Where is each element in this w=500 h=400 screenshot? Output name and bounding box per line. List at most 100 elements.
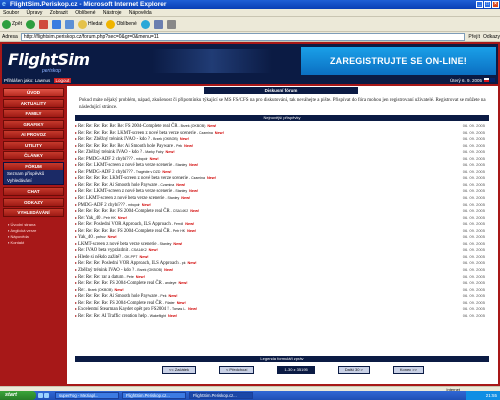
post-title[interactable]: Re: Re: Re: Re: Re: LKMT-screen z nové b…: [78, 131, 196, 136]
post-title[interactable]: Re: Re: LKMT-screen z nové beta verze sc…: [78, 163, 172, 168]
post-author: mbcpdr: [135, 156, 148, 161]
mail-icon[interactable]: [153, 19, 163, 29]
pager-last-button[interactable]: Konec >>: [392, 366, 424, 374]
bullet-icon: ▸: [75, 208, 78, 214]
stop-icon[interactable]: [39, 19, 49, 29]
menu-edit[interactable]: Úpravy: [27, 10, 43, 16]
post-title[interactable]: Re: Zběžný trénink IVAO - kdo ?: [78, 150, 142, 155]
menu-file[interactable]: Soubor: [3, 10, 19, 16]
go-button[interactable]: Přejít: [468, 34, 480, 40]
posts-list-header: Nejnovější příspěvky: [75, 115, 489, 121]
menu-view[interactable]: Zobrazit: [50, 10, 68, 16]
new-badge: New!: [187, 261, 197, 266]
new-badge: New!: [168, 294, 178, 299]
post-title[interactable]: Zběžný trénink IVAO - kdo ?: [78, 268, 134, 273]
bullet-icon: ▸: [75, 123, 78, 128]
bullet-icon: ▸: [75, 267, 78, 273]
post-title[interactable]: Re: Re: Poslední VOR Approach, ILS Appro…: [78, 222, 171, 227]
forum-link-list[interactable]: Seznam příspěvků: [4, 170, 63, 177]
menu-favorites[interactable]: Oblíbené: [75, 10, 95, 16]
register-banner-ad[interactable]: ZAREGISTRUJTE SE ON-LINE!: [301, 47, 496, 75]
post-title[interactable]: Re: IVAO beta vyprázdnit: [78, 248, 128, 253]
search-button[interactable]: Hledat: [78, 19, 102, 29]
pager-prev-button[interactable]: < Předchozí: [218, 366, 255, 374]
post-author: Pek: [160, 294, 167, 299]
pager-first-button[interactable]: << Začátek: [162, 366, 197, 374]
sidebar-item-ai-provoz[interactable]: AI PROVOZ: [3, 130, 64, 139]
menu-tools[interactable]: Nástroje: [103, 10, 122, 16]
pager-next-button[interactable]: Další 30 >: [337, 366, 370, 374]
forum-link-search[interactable]: Vyhledávání: [4, 177, 63, 184]
sidebar-sub-contact[interactable]: Kontakt: [2, 240, 65, 246]
print-icon[interactable]: [166, 19, 176, 29]
sidebar-item-vyhledavani[interactable]: VYHLEDÁVÁNÍ: [3, 208, 64, 217]
taskbar-item-active[interactable]: FlightSim.Periskop.cz...: [189, 392, 253, 399]
post-title[interactable]: Re: PMDG-ADF 2 chybí???: [78, 157, 133, 162]
post-title[interactable]: Re: Re: Re: Re: Re: FS 2004-Complete rea…: [78, 229, 170, 234]
post-title[interactable]: Re: Re: Re: Re: FS 2004-Complete real ČR: [78, 281, 162, 286]
menu-help[interactable]: Nápověda: [129, 10, 152, 16]
bullet-icon: ▸: [75, 286, 78, 292]
post-title[interactable]: Re: Re: Re: Re: Re: Re: FS 2004-Complete…: [78, 124, 178, 129]
sidebar-item-family[interactable]: FAMILY: [3, 109, 64, 118]
post-title[interactable]: Yak_40: [78, 235, 93, 240]
post-title[interactable]: Re: Re: Re: Re: Ai Smooth hole Payware: [78, 294, 157, 299]
post-title[interactable]: LKMT-screen z nové beta verze scenerie: [78, 242, 157, 247]
czech-flag-icon[interactable]: [484, 78, 489, 82]
favorites-button[interactable]: Oblíbené: [106, 19, 137, 29]
post-author: Brzek (OKBOB): [153, 137, 178, 142]
post-title[interactable]: Re: Re: Re: Re: Re: FS 2004-Complete rea…: [78, 209, 170, 214]
taskbar-item[interactable]: superFog - Meziapl...: [55, 392, 119, 399]
bullet-icon: ▸: [75, 247, 78, 253]
maximize-button[interactable]: □: [484, 1, 491, 8]
new-badge: New!: [187, 228, 197, 233]
forward-arrow-icon[interactable]: [26, 19, 36, 29]
sidebar-item-uvod[interactable]: ÚVOD: [3, 88, 64, 97]
post-title[interactable]: Re: Re: Re: Re: Ai Smooth hole Payware: [78, 183, 157, 188]
start-button[interactable]: start: [0, 391, 36, 400]
post-title[interactable]: Re: PMDG-ADF 2 chybí???: [78, 170, 133, 175]
post-title[interactable]: Re: Re: Re: Re: FS 2004-Complete real ČR: [78, 301, 162, 306]
post-title[interactable]: Re: Re: Re: Re: LKMT-screen z nové beta …: [78, 176, 188, 181]
back-button[interactable]: Zpět: [2, 19, 22, 29]
refresh-icon[interactable]: [52, 19, 62, 29]
links-button[interactable]: Odkazy: [483, 34, 500, 40]
page-title: Diskusní fórum: [204, 87, 358, 94]
new-badge: New!: [117, 215, 127, 220]
sidebar-item-grafiky[interactable]: GRAFIKY: [3, 119, 64, 129]
post-title[interactable]: Re: LKMT-screen z nové beta verze scener…: [78, 196, 164, 201]
window-titlebar: e FlightSim.Periskop.cz - Microsoft Inte…: [0, 0, 500, 9]
post-title[interactable]: Hlede si někdo zažité?: [78, 255, 121, 260]
pager-current-range: 1-30 z 35195: [277, 366, 315, 374]
address-input[interactable]: http://flightsim.periskop.cz/forum.php?s…: [20, 32, 466, 41]
post-title[interactable]: Re: Re: Re: Re: Re: Re: Ai Smooth hole P…: [78, 144, 173, 149]
post-title[interactable]: Re: Yak_40: [78, 216, 100, 221]
sidebar-item-forum[interactable]: FÓRUM: [4, 163, 63, 170]
sidebar-item-clanky[interactable]: ČLÁNKY: [3, 151, 64, 160]
site-logo[interactable]: FlightSim: [8, 50, 90, 69]
home-icon[interactable]: [65, 19, 75, 29]
media-icon[interactable]: [140, 19, 150, 29]
post-title[interactable]: Excelentní Stearman Kaydet opět pro FS20…: [78, 307, 169, 312]
post-title[interactable]: Re: Re: Re: Poslední VOR Approach, ILS A…: [78, 261, 179, 266]
close-button[interactable]: ×: [492, 1, 499, 8]
post-row[interactable]: ▸Re: Re: Re: AI Traffic creation help - …: [75, 313, 489, 320]
post-title[interactable]: Re: Re: Zběžný trénink IVAO - kdo ?: [78, 137, 150, 142]
sidebar-item-utility[interactable]: UTILITY: [3, 140, 64, 150]
post-title[interactable]: Re: Re: LKMT-screen z nové beta verze sc…: [78, 189, 172, 194]
taskbar-item[interactable]: FlightSim.Periskop.cz...: [122, 392, 186, 399]
sidebar-item-odkazy[interactable]: ODKAZY: [3, 197, 64, 207]
logout-link[interactable]: Logout: [53, 78, 72, 83]
post-title[interactable]: Re: Re: Re: rar a datum: [78, 275, 123, 280]
minimize-button[interactable]: _: [476, 1, 483, 8]
post-author: Brzek (OKBOB): [87, 287, 113, 292]
quick-launch-icon[interactable]: [38, 393, 43, 398]
quick-launch-icon[interactable]: [44, 393, 49, 398]
sidebar-item-aktuality[interactable]: AKTUALITY: [3, 98, 64, 108]
post-title[interactable]: Re:: [78, 288, 85, 293]
post-author: mbcpdr: [128, 202, 140, 207]
uk-flag-icon[interactable]: [490, 78, 495, 82]
post-title[interactable]: PMDG-ADF 2 chybí???: [78, 203, 125, 208]
post-title[interactable]: Re: Re: Re: AI Traffic creation help: [78, 314, 147, 319]
sidebar-item-chat[interactable]: CHAT: [3, 187, 64, 196]
